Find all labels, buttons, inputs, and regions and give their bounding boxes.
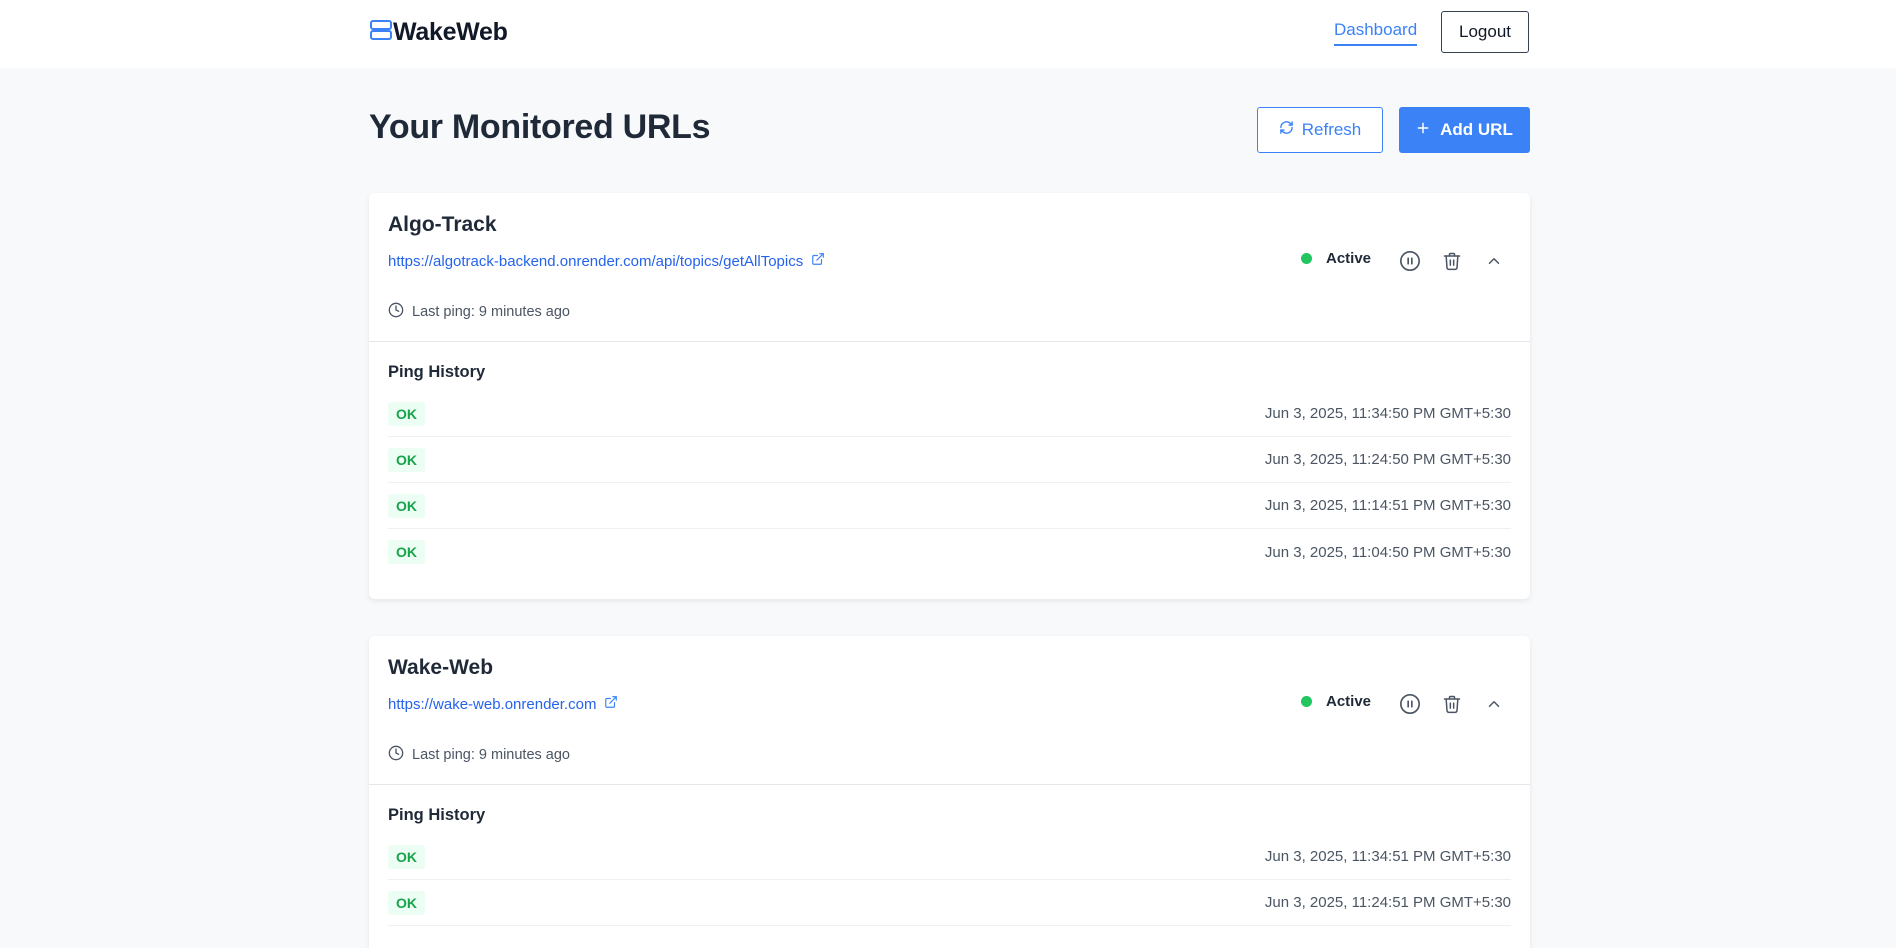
- ping-time: Jun 3, 2025, 11:34:50 PM GMT+5:30: [1264, 405, 1511, 422]
- ping-time: Jun 3, 2025, 11:24:51 PM GMT+5:30: [1264, 894, 1511, 911]
- page-title: Your Monitored URLs: [369, 108, 711, 146]
- last-ping-text: Last ping: 9 minutes ago: [412, 747, 570, 763]
- collapse-button[interactable]: [1482, 692, 1506, 716]
- collapse-button[interactable]: [1482, 249, 1506, 273]
- external-link-icon: [811, 252, 825, 270]
- ok-badge: OK: [388, 540, 425, 564]
- nav-link-dashboard[interactable]: Dashboard: [1334, 20, 1418, 46]
- last-ping: Last ping: 9 minutes ago: [388, 302, 570, 322]
- status-label: Active: [1326, 250, 1372, 267]
- last-ping-text: Last ping: 9 minutes ago: [412, 304, 570, 320]
- status-dot: [1301, 696, 1312, 707]
- top-navbar: WakeWeb Dashboard Logout: [0, 0, 1896, 68]
- ping-row: OK Jun 3, 2025, 11:24:50 PM GMT+5:30: [388, 437, 1511, 483]
- ping-row: OK Jun 3, 2025, 11:24:51 PM GMT+5:30: [388, 880, 1511, 926]
- delete-button[interactable]: [1440, 692, 1464, 716]
- server-icon: [369, 18, 393, 47]
- monitor-card-header: Algo-Track https://algotrack-backend.onr…: [369, 193, 1530, 342]
- monitor-url: https://wake-web.onrender.com: [388, 695, 597, 713]
- ping-time: Jun 3, 2025, 11:14:51 PM GMT+5:30: [1264, 497, 1511, 514]
- add-url-label: Add URL: [1440, 120, 1513, 139]
- ping-history: Ping History OK Jun 3, 2025, 11:34:50 PM…: [369, 342, 1530, 599]
- add-url-button[interactable]: Add URL: [1399, 107, 1530, 153]
- pause-icon: [1400, 694, 1420, 714]
- monitor-name: Wake-Web: [388, 656, 494, 679]
- monitor-url-link[interactable]: https://algotrack-backend.onrender.com/a…: [388, 252, 825, 270]
- status-indicator: Active: [1301, 250, 1371, 267]
- ping-row: OK Jun 3, 2025, 11:34:51 PM GMT+5:30: [388, 834, 1511, 880]
- clock-icon: [388, 302, 404, 322]
- status-indicator: Active: [1301, 693, 1371, 710]
- ping-history-title: Ping History: [388, 806, 486, 824]
- chevron-up-icon: [1488, 258, 1500, 264]
- ok-badge: OK: [388, 401, 425, 426]
- refresh-icon: [1279, 120, 1294, 140]
- refresh-button[interactable]: Refresh: [1257, 107, 1383, 153]
- status-dot: [1301, 253, 1312, 264]
- monitor-card: Algo-Track https://algotrack-backend.onr…: [369, 193, 1530, 599]
- pause-icon: [1400, 251, 1420, 271]
- trash-icon: [1443, 252, 1461, 271]
- monitor-card-header: Wake-Web https://wake-web.onrender.com L…: [369, 636, 1530, 785]
- monitor-url: https://algotrack-backend.onrender.com/a…: [388, 252, 804, 270]
- ok-badge: OK: [388, 447, 425, 472]
- trash-icon: [1443, 695, 1461, 714]
- monitor-url-link[interactable]: https://wake-web.onrender.com: [388, 695, 618, 713]
- ping-time: Jun 3, 2025, 11:24:50 PM GMT+5:30: [1264, 451, 1511, 468]
- ok-badge: OK: [388, 890, 425, 915]
- chevron-up-icon: [1488, 701, 1500, 707]
- ok-badge: OK: [388, 844, 425, 869]
- monitor-card: Wake-Web https://wake-web.onrender.com L…: [369, 636, 1530, 948]
- plus-icon: [1416, 120, 1430, 140]
- clock-icon: [388, 745, 404, 765]
- logout-button[interactable]: Logout: [1441, 11, 1529, 53]
- ping-history-title: Ping History: [388, 363, 486, 381]
- ping-time: Jun 3, 2025, 11:34:51 PM GMT+5:30: [1264, 848, 1511, 865]
- external-link-icon: [604, 695, 618, 713]
- pause-button[interactable]: [1398, 692, 1422, 716]
- delete-button[interactable]: [1440, 249, 1464, 273]
- refresh-label: Refresh: [1301, 120, 1362, 139]
- ok-badge: OK: [388, 493, 425, 518]
- ping-history: Ping History OK Jun 3, 2025, 11:34:51 PM…: [369, 785, 1530, 948]
- brand-logo[interactable]: WakeWeb: [369, 17, 508, 47]
- last-ping: Last ping: 9 minutes ago: [388, 745, 570, 765]
- ping-row: OK Jun 3, 2025, 11:34:50 PM GMT+5:30: [388, 391, 1511, 437]
- ping-time: Jun 3, 2025, 11:04:50 PM GMT+5:30: [1264, 543, 1511, 561]
- monitor-name: Algo-Track: [388, 213, 497, 236]
- pause-button[interactable]: [1398, 249, 1422, 273]
- status-label: Active: [1326, 693, 1372, 710]
- ping-row: OK Jun 3, 2025, 11:04:50 PM GMT+5:30: [388, 529, 1511, 575]
- brand-name: WakeWeb: [393, 17, 508, 46]
- ping-row: OK Jun 3, 2025, 11:14:51 PM GMT+5:30: [388, 483, 1511, 529]
